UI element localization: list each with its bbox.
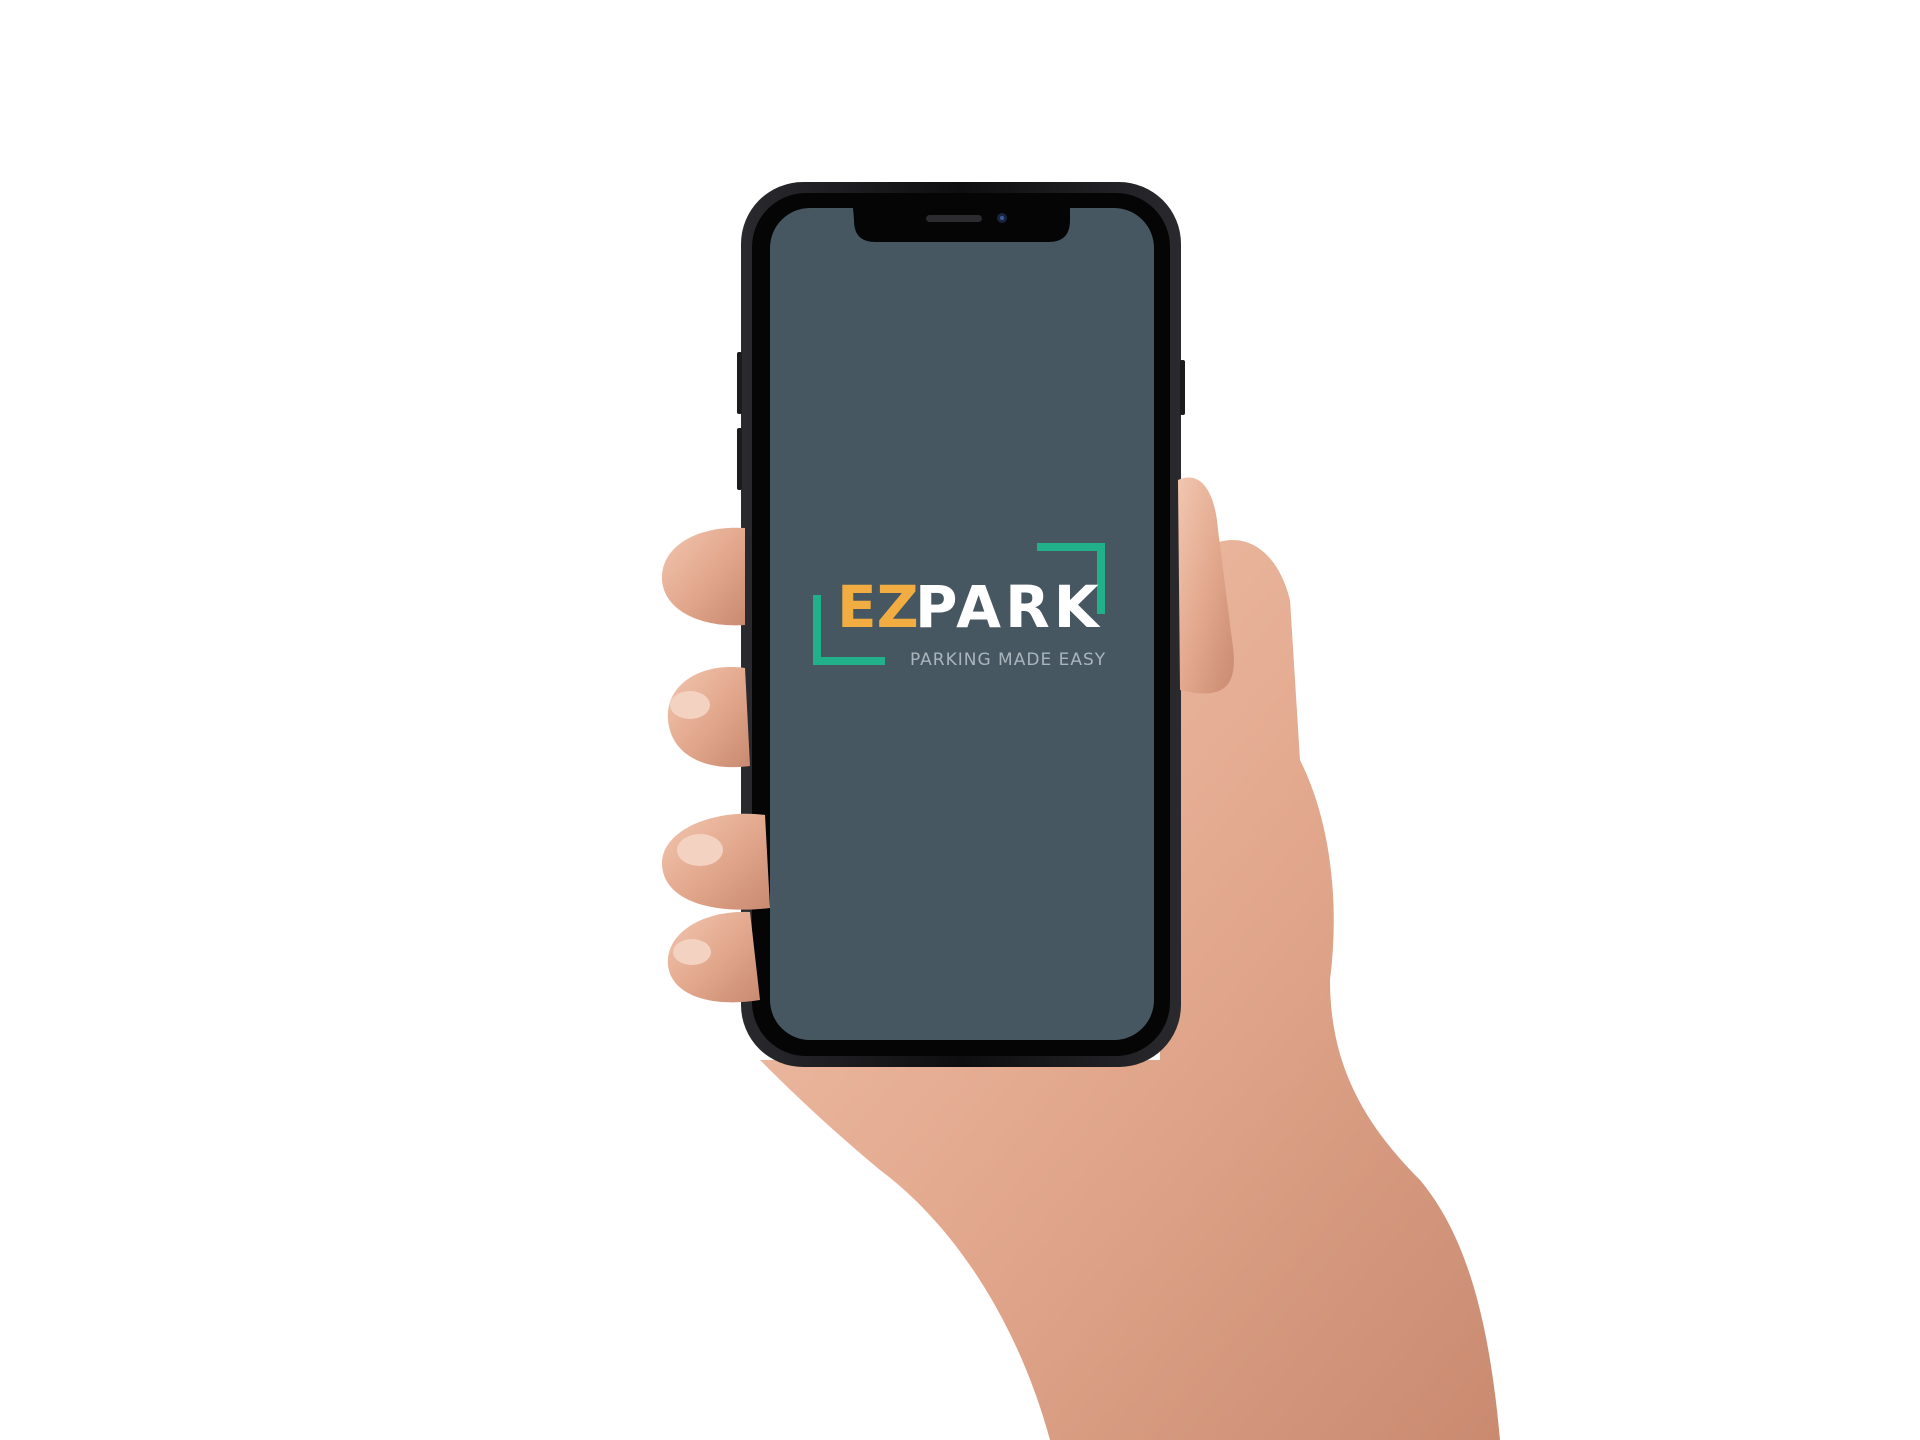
mockup-stage: EZ PARK PARKING MADE EASY [0, 0, 1920, 1440]
finger-index [661, 527, 745, 626]
speaker-grille [926, 215, 982, 222]
camera-lens-glint [1000, 216, 1004, 220]
logo-accent-text: EZ [837, 573, 919, 641]
fingernail-middle [670, 691, 710, 719]
phone-in-hand-scene: EZ PARK PARKING MADE EASY [661, 182, 1500, 1440]
tagline-text: PARKING MADE EASY [910, 650, 1106, 670]
phone-volume-up-button [737, 352, 742, 414]
fingernail-little [673, 939, 711, 965]
phone-notch [853, 208, 1070, 242]
logo-main-text: PARK [915, 573, 1103, 641]
phone-power-button [1180, 360, 1185, 415]
phone-volume-down-button [737, 428, 742, 490]
finger-ring [661, 813, 770, 910]
fingernail-ring [677, 834, 723, 866]
